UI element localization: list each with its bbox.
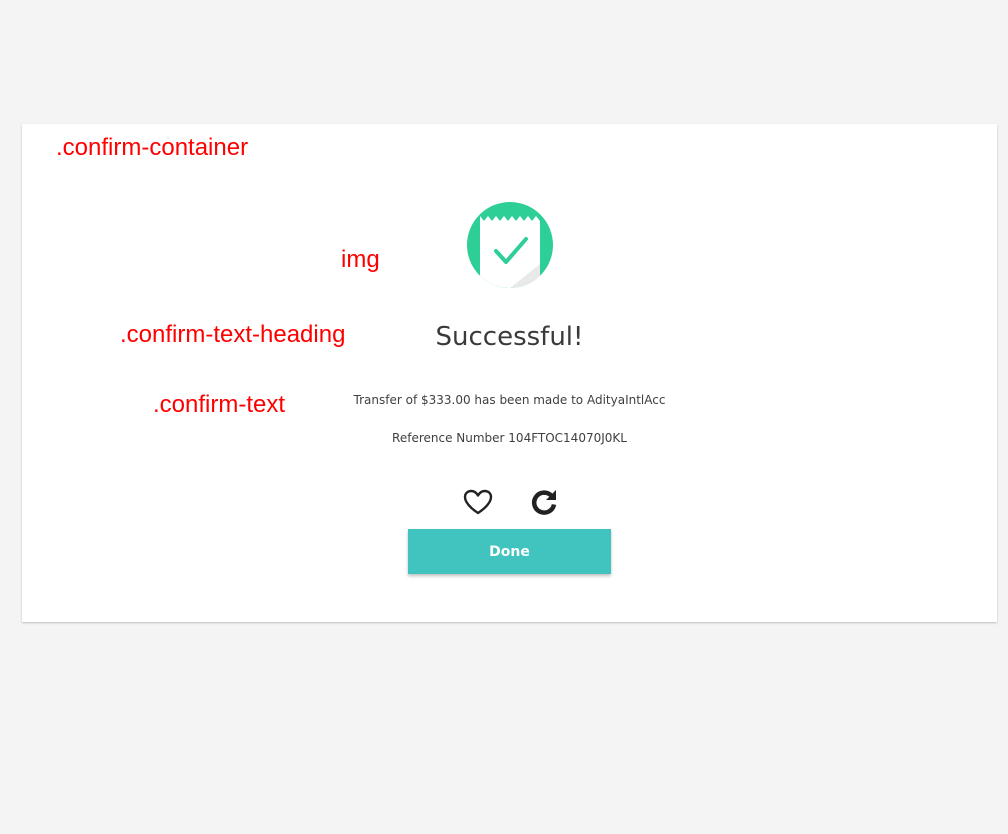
action-row	[459, 484, 563, 520]
confirm-text-reference: Reference Number 104FTOC14070J0KL	[392, 431, 627, 445]
confirm-text-message: Transfer of $333.00 has been made to Adi…	[353, 393, 666, 407]
done-button[interactable]: Done	[408, 529, 611, 574]
annotation-img-label: img	[341, 246, 380, 273]
redo-icon[interactable]	[525, 484, 563, 520]
receipt-check-icon	[466, 202, 554, 301]
confirm-text-heading: Successful!	[435, 322, 584, 352]
annotation-container-label: .confirm-container	[56, 134, 249, 161]
heart-outline-icon[interactable]	[459, 484, 497, 520]
confirm-container: .confirm-container img .confirm-text-hea…	[22, 124, 997, 622]
